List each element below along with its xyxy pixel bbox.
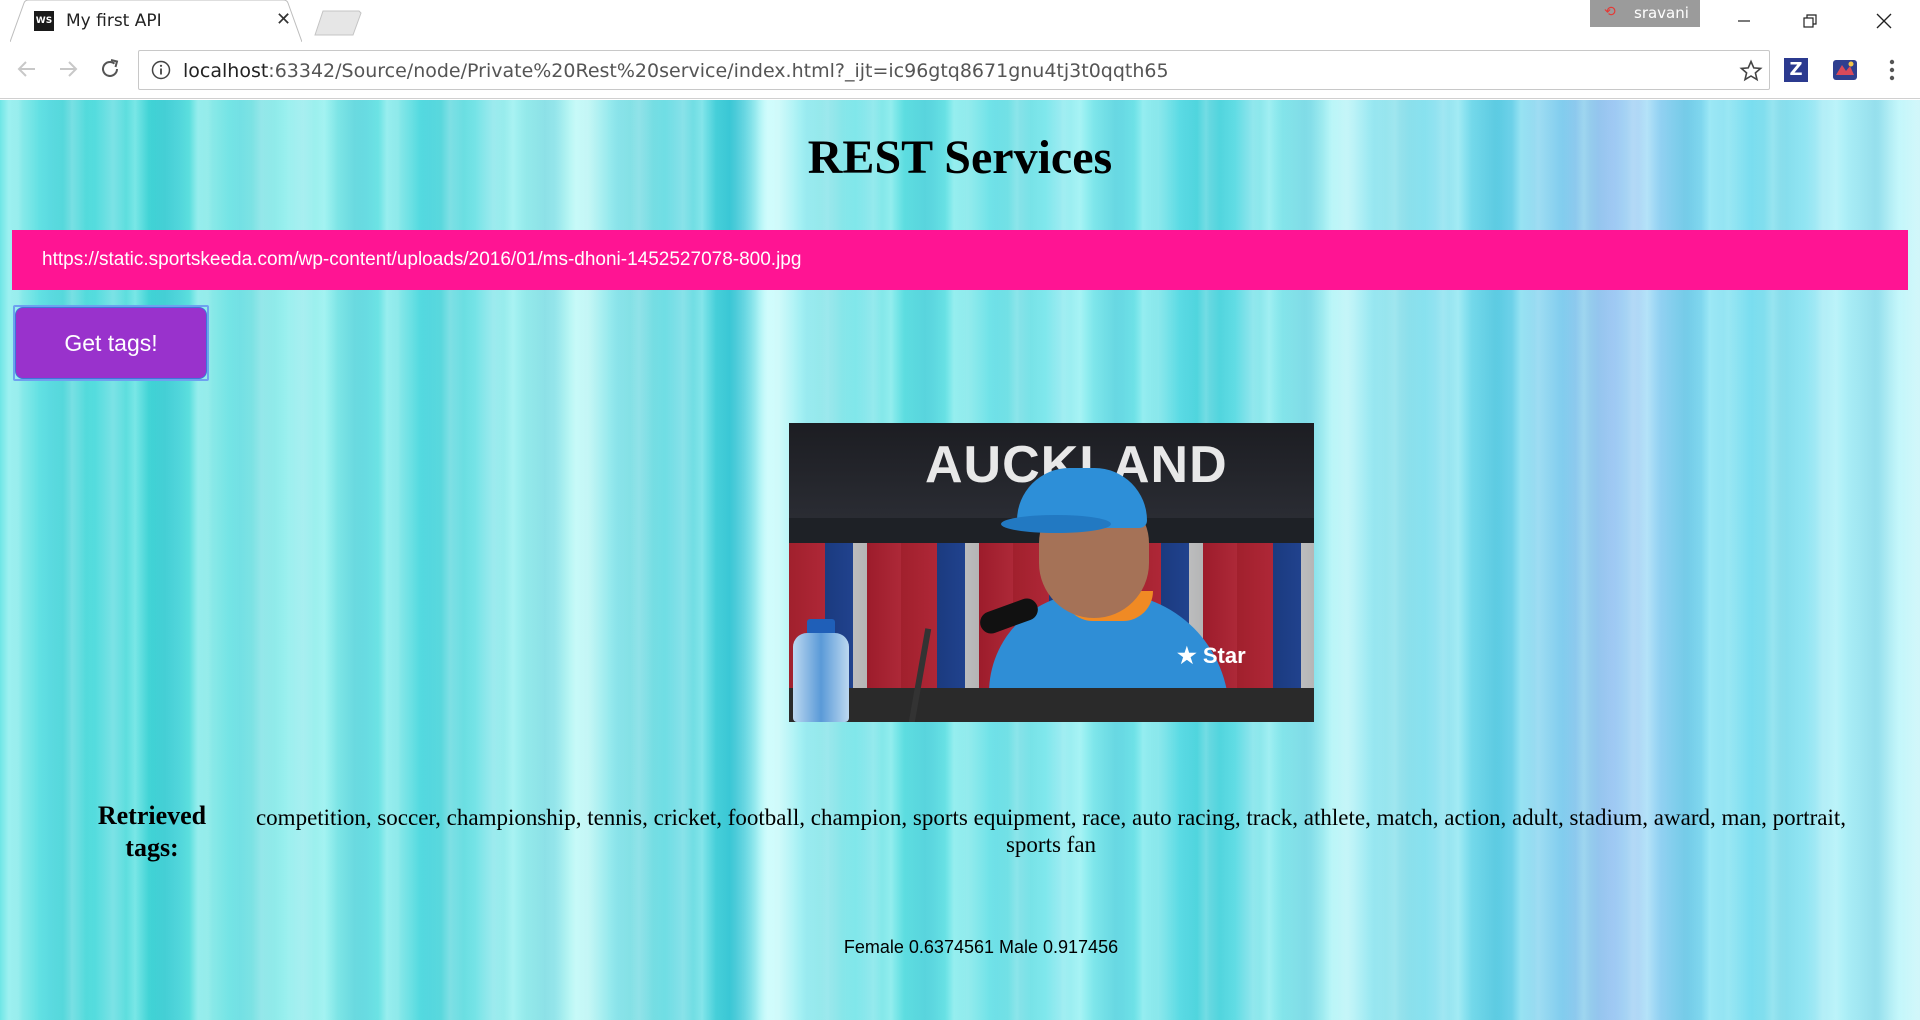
forward-button[interactable]	[53, 54, 83, 84]
menu-icon[interactable]	[1880, 55, 1904, 85]
photo-person-cap-brim	[1001, 515, 1111, 533]
profile-chip[interactable]: ⟲ sravani	[1590, 0, 1700, 27]
tab-close-icon[interactable]: ✕	[276, 10, 291, 30]
image-url-input[interactable]	[12, 230, 1908, 290]
retrieved-tags-label: Retrieved tags:	[97, 801, 207, 862]
address-host: localhost	[183, 60, 269, 82]
extension-icon[interactable]	[1832, 57, 1858, 83]
minimize-button[interactable]	[1716, 0, 1772, 42]
photo-star-logo: ★ Star	[1177, 643, 1246, 668]
back-button[interactable]	[12, 54, 42, 84]
minimize-icon	[1738, 20, 1750, 22]
close-icon	[1876, 13, 1892, 29]
address-bar[interactable]: localhost:63342/Source/node/Private%20Re…	[138, 50, 1770, 90]
address-text[interactable]: localhost:63342/Source/node/Private%20Re…	[183, 60, 1169, 82]
photo-table	[789, 688, 1314, 722]
result-photo: AUCKLAND ★ Star	[789, 423, 1314, 722]
photo-water-bottle	[793, 633, 849, 722]
reload-button[interactable]	[95, 54, 125, 84]
retrieved-tags-text: competition, soccer, championship, tenni…	[255, 805, 1847, 857]
tab-title: My first API	[66, 11, 162, 31]
restore-button[interactable]	[1782, 0, 1838, 42]
address-path: :63342/Source/node/Private%20Rest%20serv…	[268, 60, 1169, 82]
sync-error-icon: ⟲	[1604, 4, 1616, 20]
gender-scores: Female 0.6374561 Male 0.917456	[843, 937, 1119, 957]
restore-icon	[1803, 14, 1817, 28]
page-content: REST Services Get tags! AUCKLAND ★ Star …	[0, 100, 1920, 1020]
zotero-extension-icon[interactable]: Z	[1784, 58, 1808, 82]
profile-name: sravani	[1634, 4, 1689, 22]
page-title: REST Services	[807, 131, 1113, 184]
browser-toolbar: localhost:63342/Source/node/Private%20Re…	[0, 42, 1920, 99]
new-tab-button[interactable]	[313, 10, 363, 36]
webstorm-icon: WS	[34, 11, 54, 31]
forward-icon	[60, 61, 78, 77]
reload-icon	[102, 59, 119, 77]
back-icon	[17, 61, 35, 77]
close-window-button[interactable]	[1856, 0, 1912, 42]
star-icon[interactable]	[1739, 59, 1763, 83]
tab-my-first-api[interactable]: WS My first API ✕	[10, 0, 302, 42]
get-tags-button[interactable]: Get tags!	[15, 307, 207, 379]
tab-strip: WS My first API ✕ ⟲ sravani	[0, 0, 1920, 42]
info-icon[interactable]	[151, 60, 171, 80]
